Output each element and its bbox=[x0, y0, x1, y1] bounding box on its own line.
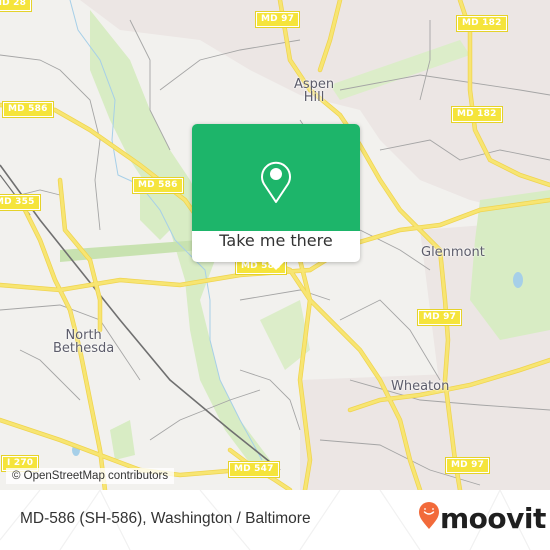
road-shield-md182-north: MD 182 bbox=[456, 15, 508, 32]
location-popup: Take me there bbox=[192, 124, 360, 270]
road-shield-md182-east: MD 182 bbox=[451, 106, 503, 123]
moovit-pin-icon bbox=[419, 502, 439, 529]
popup-pointer bbox=[267, 261, 285, 270]
place-name: Aspen Hill bbox=[294, 77, 335, 105]
place-label-glenmont: Glenmont bbox=[421, 245, 485, 260]
road-shield-md97-mid: MD 97 bbox=[416, 309, 463, 326]
location-title: MD-586 (SH-586), Washington / Baltimore bbox=[20, 510, 311, 527]
road-shield-md97-north: MD 97 bbox=[254, 11, 301, 28]
place-label-aspen-hill: Aspen Hill bbox=[294, 78, 334, 104]
place-name: North Bethesda bbox=[53, 328, 115, 356]
map-pin-icon bbox=[261, 161, 291, 203]
water-body bbox=[513, 272, 523, 288]
map-attribution[interactable]: © OpenStreetMap contributors bbox=[6, 468, 175, 484]
road-shield-md28: MD 28 bbox=[0, 0, 33, 12]
road-shield-md355: MD 355 bbox=[0, 194, 41, 211]
road-shield-md547: MD 547 bbox=[228, 461, 280, 478]
road-shield-md97-south: MD 97 bbox=[444, 457, 491, 474]
place-label-wheaton: Wheaton bbox=[391, 379, 450, 394]
park-area bbox=[110, 420, 135, 460]
take-me-there-button[interactable]: Take me there bbox=[192, 231, 360, 262]
place-label-north-bethesda: North Bethesda bbox=[53, 329, 114, 355]
road-shield-md586-mid: MD 586 bbox=[132, 177, 184, 194]
moovit-wordmark: moovit bbox=[440, 502, 546, 535]
road-shield-md586-west: MD 586 bbox=[2, 101, 54, 118]
popup-header bbox=[192, 124, 360, 231]
